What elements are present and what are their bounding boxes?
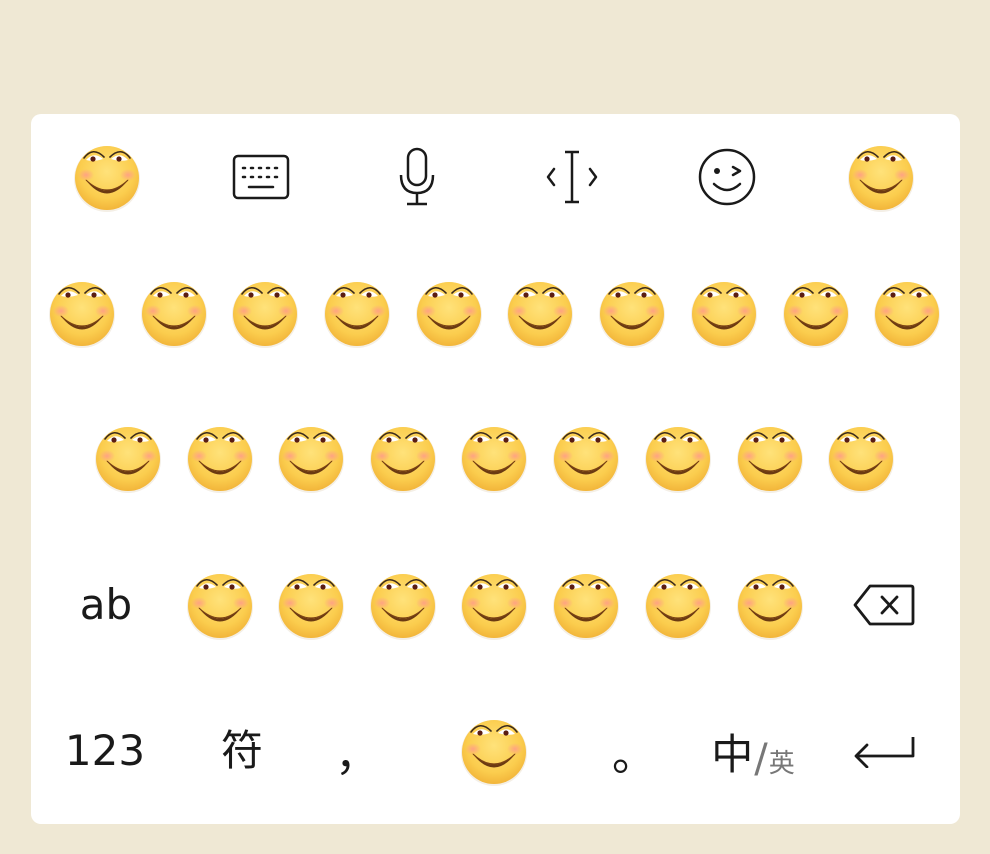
wink-face-icon [698, 148, 756, 206]
numbers-key-label: 123 [64, 726, 146, 775]
emoji-key[interactable] [367, 560, 439, 650]
smile-emoji-icon [551, 423, 621, 493]
ab-mode-label: ab [79, 580, 133, 629]
space-emoji-key[interactable] [458, 706, 530, 796]
emoji-key[interactable] [642, 560, 714, 650]
emoji-key[interactable] [458, 413, 530, 503]
emoji-key[interactable] [688, 268, 760, 358]
keyboard-toggle-button[interactable] [223, 132, 299, 222]
bottom-row: 123 符 ， 。 中 / 英 [31, 706, 960, 796]
emoji-key[interactable] [229, 268, 301, 358]
emoji-row-3: ab [31, 560, 960, 650]
emoji-key[interactable] [871, 268, 943, 358]
emoji-key[interactable] [504, 268, 576, 358]
enter-icon [854, 737, 915, 768]
smile-emoji-icon [185, 570, 255, 640]
emoji-key[interactable] [734, 560, 806, 650]
emoji-key[interactable] [46, 268, 118, 358]
smile-emoji-icon [230, 278, 300, 348]
emoji-key[interactable] [550, 560, 622, 650]
backspace-icon [853, 584, 915, 626]
emoji-key[interactable] [825, 413, 897, 503]
emoji-row-1 [31, 268, 960, 358]
lang-main-label: 中 [711, 729, 754, 779]
emoji-key[interactable] [596, 268, 668, 358]
language-switch-label: 中 / 英 [711, 721, 795, 782]
emoji-key[interactable] [184, 413, 256, 503]
smile-emoji-icon [826, 423, 896, 493]
smile-emoji-icon [139, 278, 209, 348]
smile-emoji-icon [597, 278, 667, 348]
keyboard-icon [232, 154, 290, 200]
smile-emoji-icon [47, 278, 117, 348]
smile-emoji-icon [185, 423, 255, 493]
smile-emoji-icon [643, 570, 713, 640]
emoji-key[interactable] [92, 413, 164, 503]
cursor-move-icon [546, 150, 598, 204]
toolbar-left-emoji[interactable] [71, 132, 143, 222]
microphone-icon [399, 147, 435, 206]
smile-emoji-icon [459, 423, 529, 493]
period-key[interactable]: 。 [604, 706, 664, 796]
smile-emoji-icon [735, 423, 805, 493]
smile-emoji-icon [93, 423, 163, 493]
toolbar-row [31, 132, 960, 222]
numbers-key[interactable]: 123 [63, 706, 147, 796]
smile-emoji-icon [368, 423, 438, 493]
emoji-key[interactable] [321, 268, 393, 358]
symbols-key[interactable]: 符 [203, 706, 281, 796]
smile-emoji-icon [72, 142, 142, 212]
smile-emoji-icon [643, 423, 713, 493]
emoji-key[interactable] [642, 413, 714, 503]
smile-emoji-icon [781, 278, 851, 348]
period-key-label: 。 [612, 730, 656, 781]
smile-emoji-icon [459, 716, 529, 786]
emoji-key[interactable] [734, 413, 806, 503]
lang-slash: / [754, 735, 768, 782]
ab-mode-key[interactable]: ab [67, 560, 145, 650]
emoji-key[interactable] [138, 268, 210, 358]
emoji-key[interactable] [413, 268, 485, 358]
smile-emoji-icon [551, 570, 621, 640]
emoji-row-2 [31, 413, 960, 503]
voice-input-button[interactable] [381, 132, 453, 222]
emoji-key[interactable] [275, 413, 347, 503]
smile-emoji-icon [846, 142, 916, 212]
cursor-move-button[interactable] [536, 132, 608, 222]
smile-emoji-icon [368, 570, 438, 640]
enter-key[interactable] [846, 706, 922, 796]
comma-key[interactable]: ， [327, 706, 387, 796]
emoji-key[interactable] [550, 413, 622, 503]
backspace-key[interactable] [846, 560, 922, 650]
emoji-key[interactable] [184, 560, 256, 650]
emoji-panel-button[interactable] [690, 132, 764, 222]
smile-emoji-icon [872, 278, 942, 348]
emoji-key[interactable] [367, 413, 439, 503]
smile-emoji-icon [735, 570, 805, 640]
language-switch-key[interactable]: 中 / 英 [703, 706, 803, 796]
emoji-key[interactable] [275, 560, 347, 650]
comma-key-label: ， [335, 730, 379, 781]
smile-emoji-icon [276, 423, 346, 493]
emoji-keyboard: ab 123 符 ， 。 中 / 英 [31, 114, 960, 824]
smile-emoji-icon [505, 278, 575, 348]
emoji-key[interactable] [780, 268, 852, 358]
smile-emoji-icon [689, 278, 759, 348]
symbols-key-label: 符 [220, 726, 263, 775]
smile-emoji-icon [414, 278, 484, 348]
smile-emoji-icon [322, 278, 392, 348]
lang-alt-label: 英 [768, 748, 795, 779]
smile-emoji-icon [276, 570, 346, 640]
emoji-key[interactable] [458, 560, 530, 650]
smile-emoji-icon [459, 570, 529, 640]
toolbar-right-emoji[interactable] [845, 132, 917, 222]
